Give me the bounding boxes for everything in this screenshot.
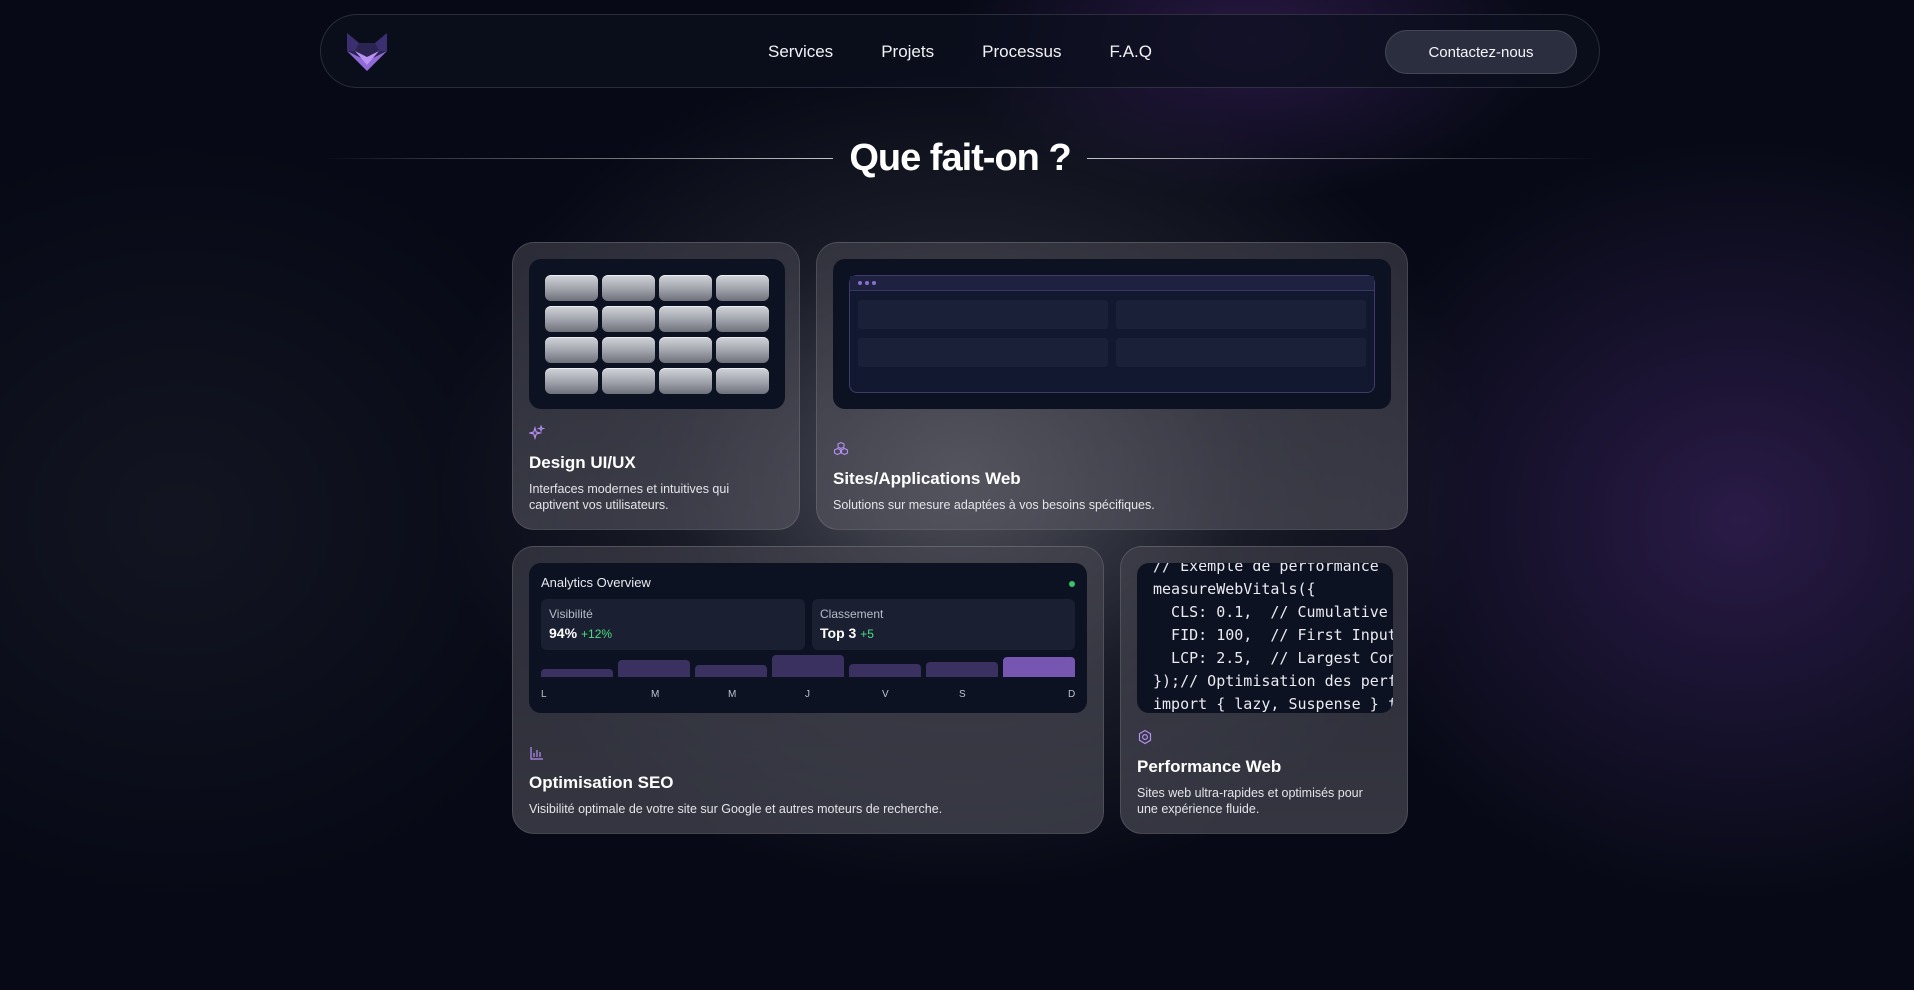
card-description: Visibilité optimale de votre site sur Go… <box>529 802 943 816</box>
divider-left <box>320 157 834 159</box>
service-card-seo[interactable]: Analytics Overview Visibilité 94% +12% Cl… <box>512 546 1104 834</box>
service-card-design[interactable]: Design UI/UX Interfaces modernes et intu… <box>512 242 800 530</box>
code-line: FID: 100, // First Input Delay <box>1171 626 1393 644</box>
activity-bar <box>541 669 613 677</box>
stat-value: Top 3 +5 <box>820 625 874 641</box>
card-description-line2: captivent vos utilisateurs. <box>529 498 669 512</box>
card-title: Sites/Applications Web <box>833 469 1021 488</box>
key-tile <box>545 306 598 332</box>
code-snippet: // Exemple de performance measureWebVital… <box>1153 563 1393 713</box>
stat-label: Classement <box>820 607 884 621</box>
content-panel <box>858 338 1108 367</box>
nav-link-services[interactable]: Services <box>768 42 833 62</box>
browser-preview <box>833 259 1391 409</box>
sparkles-icon <box>529 425 545 441</box>
card-description: Solutions sur mesure adaptées à vos beso… <box>833 498 1155 512</box>
key-tile <box>659 368 712 394</box>
stat-delta: +5 <box>860 627 874 641</box>
key-tile <box>716 306 769 332</box>
key-tile <box>545 275 598 301</box>
service-card-web[interactable]: Sites/Applications Web Solutions sur mes… <box>816 242 1408 530</box>
status-dot-icon <box>1069 581 1075 587</box>
contact-button[interactable]: Contactez-nous <box>1385 30 1577 74</box>
stat-ranking: Classement Top 3 +5 <box>812 599 1075 650</box>
top-navbar: Services Projets Processus F.A.Q Contact… <box>320 14 1600 88</box>
day-label: D <box>1068 689 1076 700</box>
activity-bar <box>618 660 690 677</box>
activity-bar <box>926 662 998 677</box>
card-description-line1: Sites web ultra-rapides et optimisés pou… <box>1137 786 1363 800</box>
card-title: Design UI/UX <box>529 453 636 472</box>
code-line: import { lazy, Suspense } from 'react'; <box>1153 695 1393 713</box>
key-tile <box>659 275 712 301</box>
content-panel <box>858 300 1108 329</box>
browser-window <box>849 275 1375 393</box>
hexagon-icon <box>1138 729 1152 745</box>
day-label: L <box>541 689 547 700</box>
key-tile <box>716 368 769 394</box>
activity-bar <box>1003 657 1075 677</box>
card-description-line1: Interfaces modernes et intuitives qui <box>529 482 730 496</box>
code-line: LCP: 2.5, // Largest Contentful Paint <box>1171 649 1393 667</box>
content-panel <box>1116 300 1366 329</box>
stat-value: 94% +12% <box>549 625 613 641</box>
activity-bar <box>849 664 921 677</box>
window-dot <box>858 281 862 285</box>
service-card-performance[interactable]: // Exemple de performance measureWebVital… <box>1120 546 1408 834</box>
window-dot <box>865 281 869 285</box>
day-label: M <box>728 689 737 700</box>
nav-link-projets[interactable]: Projets <box>881 42 934 62</box>
day-label: V <box>882 689 889 700</box>
key-tile <box>716 337 769 363</box>
section-heading: Que fait-on ? <box>320 132 1600 184</box>
day-label: S <box>959 689 966 700</box>
analytics-title: Analytics Overview <box>541 575 651 590</box>
bar-chart-icon <box>530 747 543 760</box>
key-tile <box>659 337 712 363</box>
stat-delta: +12% <box>581 627 613 641</box>
code-line: CLS: 0.1, // Cumulative Layout Shift <box>1171 603 1388 621</box>
activity-bar <box>695 665 767 677</box>
key-tile <box>602 275 655 301</box>
key-tile <box>602 368 655 394</box>
card-title: Optimisation SEO <box>529 773 674 792</box>
key-tile <box>545 337 598 363</box>
content-panel <box>1116 338 1366 367</box>
fox-logo-icon[interactable] <box>345 31 389 73</box>
keyboard-preview <box>529 259 785 409</box>
key-tile <box>545 368 598 394</box>
browser-toolbar <box>850 276 1374 291</box>
code-line: // Exemple de performance <box>1153 563 1379 575</box>
analytics-preview: Analytics Overview Visibilité 94% +12% Cl… <box>529 563 1087 713</box>
key-tile <box>659 306 712 332</box>
weekly-bars <box>541 653 1075 677</box>
card-description-line2: une expérience fluide. <box>1137 802 1260 816</box>
stat-visibility: Visibilité 94% +12% <box>541 599 805 650</box>
nav-link-faq[interactable]: F.A.Q <box>1109 42 1152 62</box>
code-preview: // Exemple de performance measureWebVital… <box>1137 563 1393 713</box>
key-tile <box>602 337 655 363</box>
activity-bar <box>772 655 844 677</box>
cubes-icon <box>833 441 849 456</box>
window-dot <box>872 281 876 285</box>
section-title: Que fait-on ? <box>849 136 1071 179</box>
key-tile <box>602 306 655 332</box>
day-label: M <box>651 689 660 700</box>
nav-link-processus[interactable]: Processus <box>982 42 1061 62</box>
stat-label: Visibilité <box>549 607 593 621</box>
divider-right <box>1086 157 1600 159</box>
card-title: Performance Web <box>1137 757 1282 776</box>
key-tile <box>716 275 769 301</box>
code-line: });// Optimisation des performances <box>1153 672 1393 690</box>
key-grid <box>545 275 769 394</box>
day-label: J <box>805 689 810 700</box>
code-line: measureWebVitals({ <box>1153 580 1316 598</box>
